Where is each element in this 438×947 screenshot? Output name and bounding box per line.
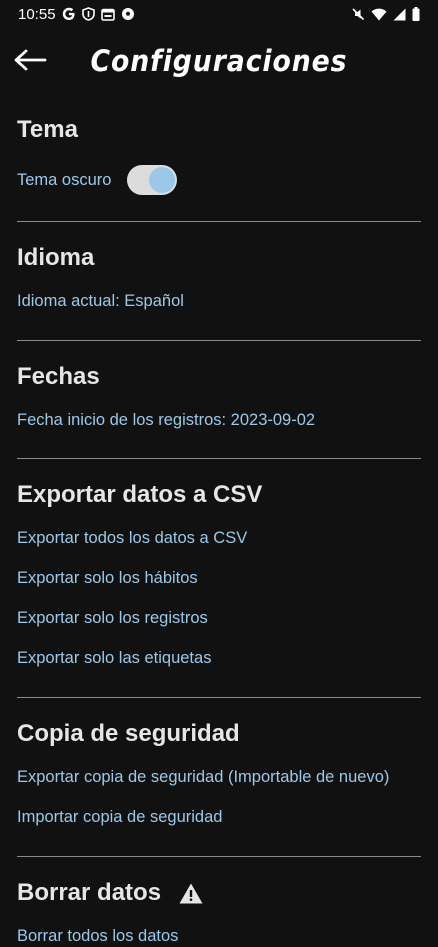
status-left: 10:55 [18,6,135,23]
export-all-csv-item[interactable]: Exportar todos los datos a CSV [17,529,421,548]
section-title-borrar: Borrar datos [17,879,162,906]
status-bar: 10:55 [0,0,438,28]
google-icon [62,7,75,20]
status-right [351,7,420,21]
section-title-copia: Copia de seguridad [17,720,240,747]
current-language-item[interactable]: Idioma actual: Español [17,292,421,311]
start-date-item[interactable]: Fecha inicio de los registros: 2023-09-0… [17,411,421,430]
section-title-fechas: Fechas [17,363,100,390]
signal-icon [393,8,406,20]
section-title-exportar-csv: Exportar datos a CSV [17,481,263,508]
export-backup-item[interactable]: Exportar copia de seguridad (Importable … [17,768,421,787]
dark-mode-switch[interactable] [127,165,178,195]
page-title: Configuraciones [90,44,348,78]
soccer-ball-icon [121,8,134,20]
warning-icon [179,883,203,903]
delete-all-item[interactable]: Borrar todos los datos [17,927,421,946]
section-borrar: Borrar datos Borrar todos los datos [17,857,421,947]
export-habits-item[interactable]: Exportar solo los hábitos [17,569,421,588]
battery-icon [412,7,420,21]
dark-mode-label: Tema oscuro [17,170,112,189]
section-copia: Copia de seguridad Exportar copia de seg… [17,698,421,857]
export-records-item[interactable]: Exportar solo los registros [17,609,421,628]
shield-icon [81,7,95,21]
mute-icon [352,8,365,21]
section-title-tema: Tema [17,116,78,143]
section-fechas: Fechas Fecha inicio de los registros: 20… [17,341,421,459]
export-tags-item[interactable]: Exportar solo las etiquetas [17,649,421,668]
wifi-icon [371,8,387,20]
dark-mode-row: Tema oscuro [17,165,421,195]
section-title-idioma: Idioma [17,244,95,271]
settings-list: Tema Tema oscuro Idioma Idioma actual: E… [17,100,421,947]
section-exportar-csv: Exportar datos a CSV Exportar todos los … [17,459,421,698]
section-title-borrar-row: Borrar datos [17,857,421,907]
calendar-icon [100,8,115,21]
section-tema: Tema Tema oscuro [17,100,421,222]
status-time: 10:55 [18,5,56,23]
app-bar: Configuraciones [0,36,438,92]
import-backup-item[interactable]: Importar copia de seguridad [17,808,421,827]
section-idioma: Idioma Idioma actual: Español [17,222,421,341]
